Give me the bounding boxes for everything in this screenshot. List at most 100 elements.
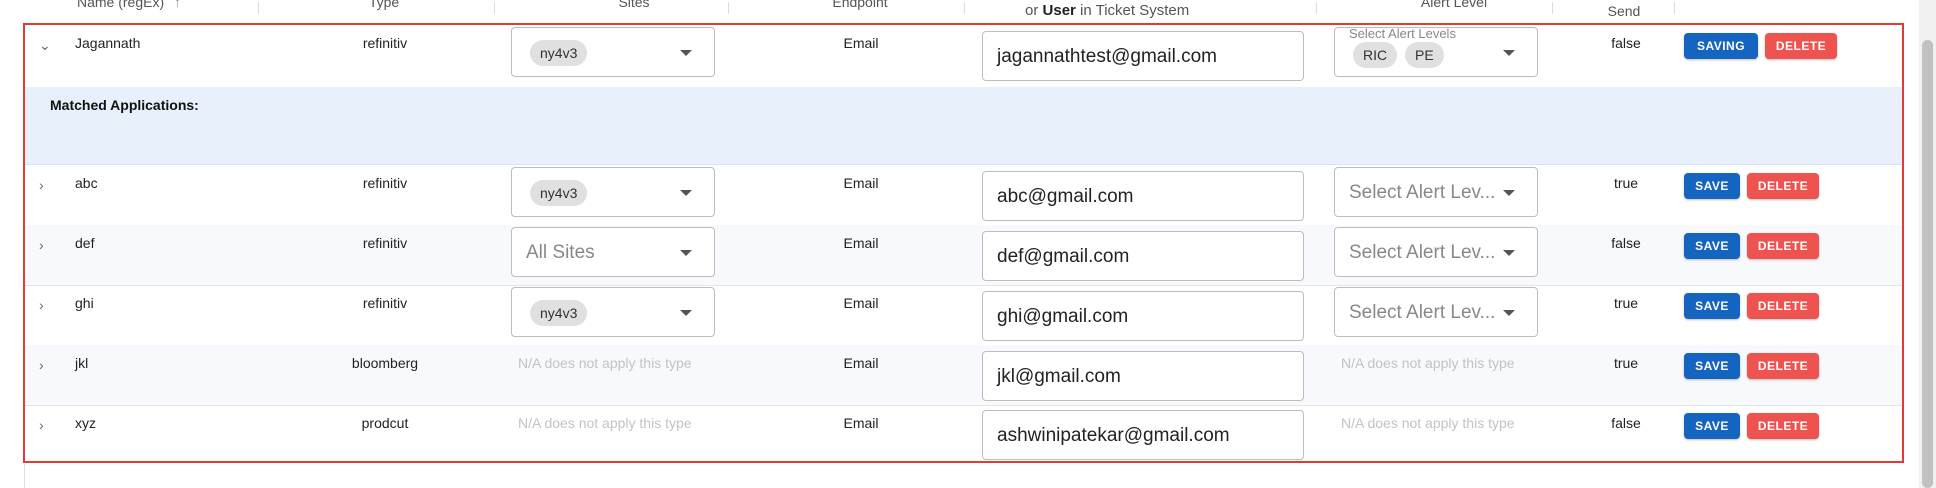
row-type: refinitiv: [362, 235, 408, 251]
row-send: false: [1611, 35, 1641, 51]
alert-level-placeholder: Select Alert Lev...: [1349, 302, 1496, 323]
column-header-alert-level[interactable]: Alert Level: [1394, 0, 1514, 16]
alert-level-select[interactable]: Select Alert Levels RIC PE: [1334, 26, 1538, 77]
row-name: ghi: [75, 295, 94, 311]
row-send: false: [1611, 235, 1641, 251]
column-header-endpoint[interactable]: Endpoint: [800, 0, 920, 16]
table-header: Name (regEx) ↑ Type Sites Endpoint or Us…: [24, 0, 1904, 22]
chevron-right-icon[interactable]: ›: [39, 357, 55, 373]
delete-button[interactable]: DELETE: [1747, 233, 1819, 259]
sites-select[interactable]: ny4v3: [511, 287, 715, 337]
alert-level-select[interactable]: Select Alert Lev...: [1334, 287, 1538, 337]
delete-button[interactable]: DELETE: [1747, 173, 1819, 199]
row-send: false: [1611, 415, 1641, 431]
alert-level-placeholder: Select Alert Lev...: [1349, 242, 1496, 263]
contact-input[interactable]: jkl@gmail.com: [982, 351, 1304, 401]
rules-table-body: ⌄ Jagannath refinitiv ny4v3 Email jagann…: [23, 23, 1904, 463]
save-button[interactable]: SAVE: [1684, 413, 1740, 439]
table-row: › def refinitiv All Sites Email def@gmai…: [25, 225, 1902, 286]
dropdown-arrow-icon: [1503, 190, 1515, 196]
dropdown-arrow-icon: [1503, 310, 1515, 316]
alert-not-applicable: N/A does not apply this type: [1341, 355, 1515, 371]
contact-input[interactable]: jagannathtest@gmail.com: [982, 31, 1304, 81]
row-type: refinitiv: [362, 35, 408, 51]
site-chip: ny4v3: [530, 180, 588, 206]
chevron-down-icon[interactable]: ⌄: [39, 37, 55, 53]
row-endpoint: Email: [843, 175, 879, 191]
column-divider: [964, 2, 965, 14]
scrollbar-thumb[interactable]: [1922, 40, 1933, 488]
chevron-right-icon[interactable]: ›: [39, 297, 55, 313]
contact-input-value: ashwinipatekar@gmail.com: [997, 425, 1230, 446]
row-send: true: [1613, 175, 1639, 191]
save-button[interactable]: SAVE: [1684, 173, 1740, 199]
saving-button[interactable]: SAVING: [1684, 33, 1758, 59]
dropdown-arrow-icon: [680, 310, 692, 316]
column-header-sites[interactable]: Sites: [574, 0, 694, 16]
contact-input-value: jagannathtest@gmail.com: [997, 46, 1217, 67]
contact-input[interactable]: def@gmail.com: [982, 231, 1304, 281]
alert-level-select[interactable]: Select Alert Lev...: [1334, 227, 1538, 277]
table-row: › xyz prodcut N/A does not apply this ty…: [25, 405, 1902, 461]
row-type: refinitiv: [362, 295, 408, 311]
column-divider: [1552, 2, 1553, 14]
contact-input-value: ghi@gmail.com: [997, 306, 1129, 327]
table-row: › ghi refinitiv ny4v3 Email ghi@gmail.co…: [25, 285, 1902, 346]
dropdown-arrow-icon: [680, 190, 692, 196]
delete-button[interactable]: DELETE: [1747, 353, 1819, 379]
dropdown-arrow-icon: [680, 250, 692, 256]
chevron-right-icon[interactable]: ›: [39, 417, 55, 433]
contact-subtitle-prefix: or: [1025, 2, 1039, 19]
row-type: bloomberg: [351, 355, 419, 371]
dropdown-arrow-icon: [1503, 250, 1515, 256]
column-header-send[interactable]: Send: [1584, 3, 1664, 25]
sites-select[interactable]: ny4v3: [511, 167, 715, 217]
column-divider: [1674, 2, 1675, 14]
contact-subtitle-bold: User: [1042, 2, 1076, 19]
delete-button[interactable]: DELETE: [1765, 33, 1837, 59]
row-name: Jagannath: [75, 35, 141, 51]
sites-not-applicable: N/A does not apply this type: [518, 415, 692, 431]
contact-input-value: jkl@gmail.com: [997, 366, 1121, 387]
delete-button[interactable]: DELETE: [1747, 413, 1819, 439]
contact-input[interactable]: ghi@gmail.com: [982, 291, 1304, 341]
sites-select[interactable]: All Sites: [511, 227, 715, 277]
row-name: abc: [75, 175, 98, 191]
row-send: true: [1613, 295, 1639, 311]
table-row: › abc refinitiv ny4v3 Email abc@gmail.co…: [25, 165, 1902, 226]
row-endpoint: Email: [843, 235, 879, 251]
site-chip: ny4v3: [530, 40, 588, 66]
alert-level-select[interactable]: Select Alert Lev...: [1334, 167, 1538, 217]
column-header-type[interactable]: Type: [324, 0, 444, 16]
alert-chip-ric: RIC: [1353, 42, 1398, 68]
vertical-scrollbar[interactable]: [1919, 0, 1936, 488]
column-divider: [494, 2, 495, 14]
chevron-right-icon[interactable]: ›: [39, 237, 55, 253]
sort-ascending-icon[interactable]: ↑: [174, 0, 181, 10]
contact-input-value: abc@gmail.com: [997, 186, 1134, 207]
delete-button[interactable]: DELETE: [1747, 293, 1819, 319]
dropdown-arrow-icon: [1503, 50, 1515, 56]
site-chip: ny4v3: [530, 300, 588, 326]
alert-chip-pe: PE: [1405, 42, 1444, 68]
save-button[interactable]: SAVE: [1684, 233, 1740, 259]
column-header-contact-subtitle: or User in Ticket System: [1025, 2, 1189, 19]
table-row: › jkl bloomberg N/A does not apply this …: [25, 345, 1902, 406]
contact-input[interactable]: abc@gmail.com: [982, 171, 1304, 221]
sites-select[interactable]: ny4v3: [511, 27, 715, 77]
chevron-right-icon[interactable]: ›: [39, 177, 55, 193]
matched-applications-panel: Matched Applications:: [25, 87, 1902, 165]
column-divider: [258, 2, 259, 14]
save-button[interactable]: SAVE: [1684, 353, 1740, 379]
column-header-name[interactable]: Name (regEx) ↑: [64, 0, 194, 16]
row-send: true: [1613, 355, 1639, 371]
row-type: refinitiv: [362, 175, 408, 191]
contact-input-value: def@gmail.com: [997, 246, 1130, 267]
save-button[interactable]: SAVE: [1684, 293, 1740, 319]
sites-placeholder: All Sites: [526, 242, 595, 263]
contact-input[interactable]: ashwinipatekar@gmail.com: [982, 410, 1304, 460]
row-name: jkl: [75, 355, 89, 371]
alert-level-floating-label: Select Alert Levels: [1349, 26, 1456, 41]
column-divider: [728, 2, 729, 14]
row-type: prodcut: [361, 415, 409, 431]
